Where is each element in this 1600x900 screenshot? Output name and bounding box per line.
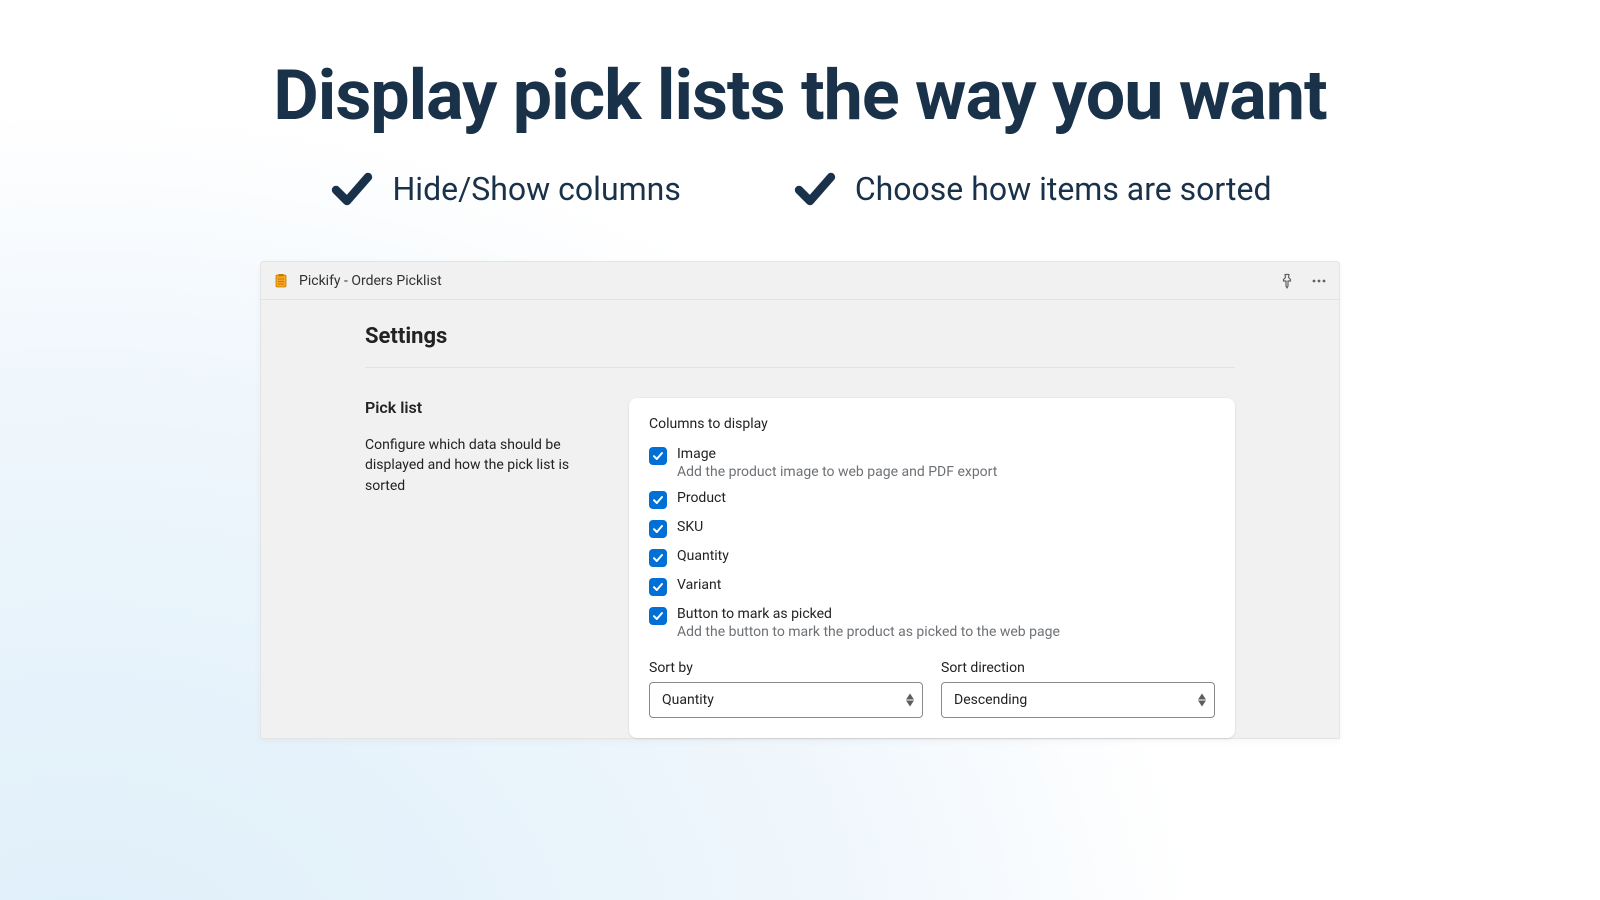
feature-sort: Choose how items are sorted bbox=[791, 165, 1272, 213]
checkbox-help: Add the button to mark the product as pi… bbox=[677, 624, 1215, 640]
check-icon bbox=[791, 165, 839, 213]
feature-label: Choose how items are sorted bbox=[855, 170, 1272, 208]
checkbox-label: Product bbox=[677, 490, 1215, 506]
sort-direction-label: Sort direction bbox=[941, 660, 1215, 676]
hero-features: Hide/Show columns Choose how items are s… bbox=[0, 165, 1600, 213]
hero: Display pick lists the way you want Hide… bbox=[0, 0, 1600, 213]
checkbox-variant[interactable] bbox=[649, 578, 667, 596]
checkbox-row: Quantity bbox=[649, 544, 1215, 571]
checkbox-label: Button to mark as picked bbox=[677, 606, 1215, 622]
checkbox-list: Image Add the product image to web page a… bbox=[649, 442, 1215, 644]
pin-icon[interactable] bbox=[1279, 273, 1295, 289]
checkbox-row: Button to mark as picked Add the button t… bbox=[649, 602, 1215, 644]
checkbox-help: Add the product image to web page and PD… bbox=[677, 464, 1215, 480]
checkbox-quantity[interactable] bbox=[649, 549, 667, 567]
feature-label: Hide/Show columns bbox=[392, 170, 680, 208]
check-icon bbox=[328, 165, 376, 213]
sort-direction-value: Descending bbox=[954, 692, 1027, 708]
checkbox-row: Product bbox=[649, 486, 1215, 513]
section-title: Pick list bbox=[365, 398, 605, 417]
checkbox-label: SKU bbox=[677, 519, 1215, 535]
more-icon[interactable] bbox=[1311, 273, 1327, 289]
clipboard-icon bbox=[273, 273, 289, 289]
app-title: Pickify - Orders Picklist bbox=[299, 273, 442, 289]
sort-by-value: Quantity bbox=[662, 692, 714, 708]
select-chevron-icon bbox=[1198, 694, 1206, 707]
settings-left: Pick list Configure which data should be… bbox=[365, 398, 605, 738]
app-body: Settings Pick list Configure which data … bbox=[261, 300, 1339, 738]
checkbox-row: Variant bbox=[649, 573, 1215, 600]
checkbox-row: Image Add the product image to web page a… bbox=[649, 442, 1215, 484]
hero-title: Display pick lists the way you want bbox=[0, 0, 1600, 137]
checkbox-sku[interactable] bbox=[649, 520, 667, 538]
checkbox-row: SKU bbox=[649, 515, 1215, 542]
app-header: Pickify - Orders Picklist bbox=[261, 262, 1339, 300]
sort-by-select[interactable]: Quantity bbox=[649, 682, 923, 718]
checkbox-button-to-mark-as-picked[interactable] bbox=[649, 607, 667, 625]
checkbox-label: Variant bbox=[677, 577, 1215, 593]
app-window: Pickify - Orders Picklist Settings Pick … bbox=[260, 261, 1340, 739]
checkbox-image[interactable] bbox=[649, 447, 667, 465]
columns-group-label: Columns to display bbox=[649, 416, 1215, 432]
checkbox-product[interactable] bbox=[649, 491, 667, 509]
checkbox-label: Quantity bbox=[677, 548, 1215, 564]
section-description: Configure which data should be displayed… bbox=[365, 435, 605, 496]
select-chevron-icon bbox=[906, 694, 914, 707]
sort-by-label: Sort by bbox=[649, 660, 923, 676]
settings-heading: Settings bbox=[365, 324, 1235, 368]
settings-card: Columns to display Image Add the product … bbox=[629, 398, 1235, 738]
sort-direction-select[interactable]: Descending bbox=[941, 682, 1215, 718]
feature-hide-show: Hide/Show columns bbox=[328, 165, 680, 213]
checkbox-label: Image bbox=[677, 446, 1215, 462]
